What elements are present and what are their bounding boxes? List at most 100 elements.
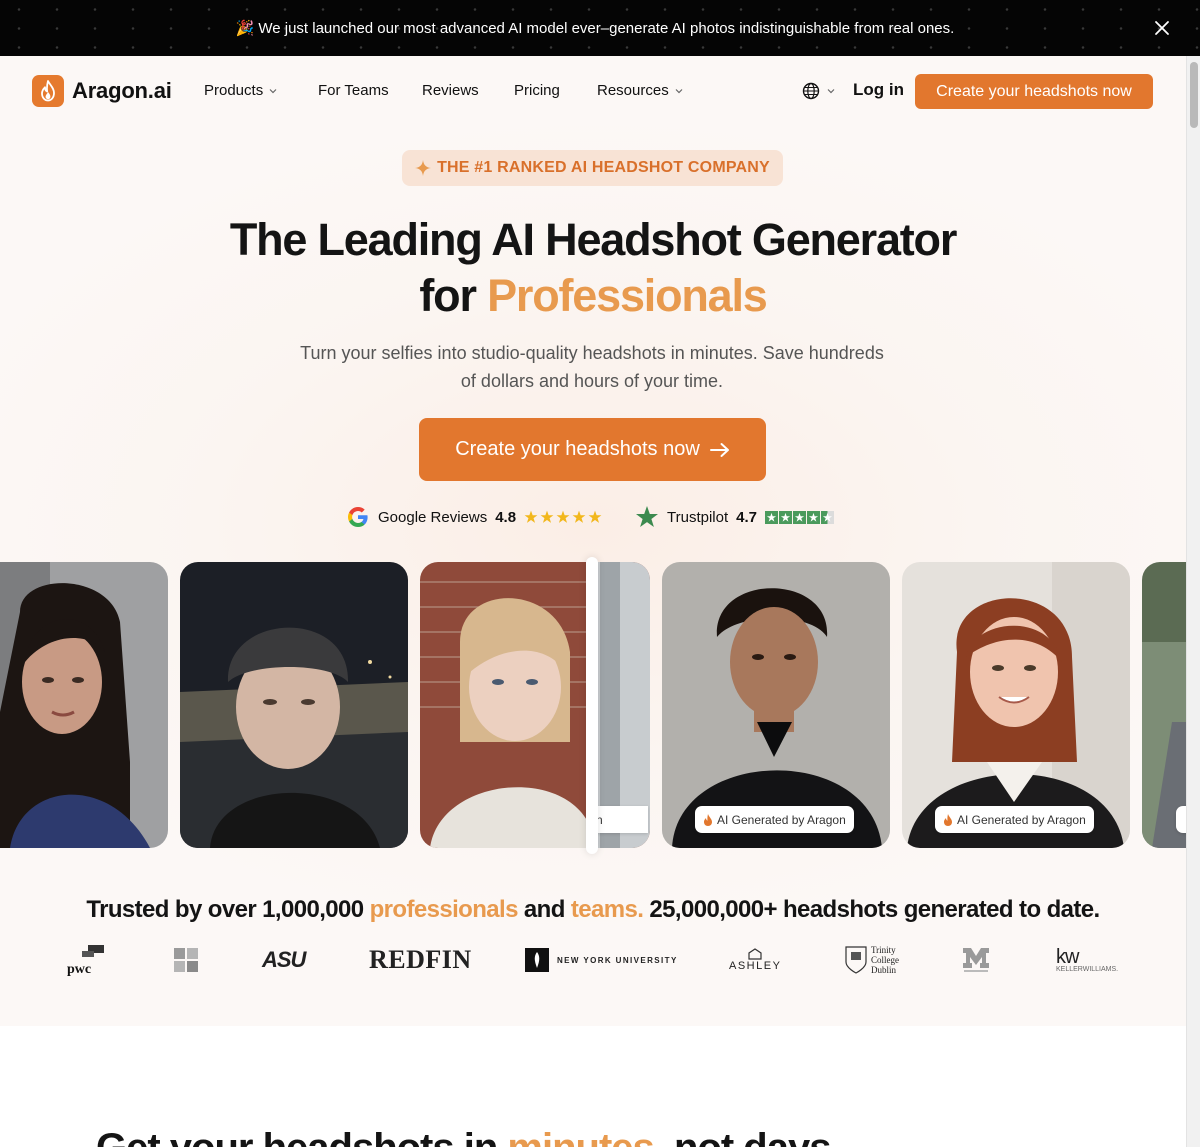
- client-logos: pwc ASU REDFIN NEW YORK UNIVERSITY ASHLE…: [0, 940, 1186, 980]
- section-heading-accent: minutes: [507, 1126, 654, 1147]
- nav-reviews[interactable]: Reviews: [422, 82, 479, 99]
- hero-section: [0, 56, 1186, 1026]
- pwc-logo: pwc: [66, 940, 108, 980]
- announcement-text: We just launched our most advanced AI mo…: [258, 19, 955, 37]
- trustpilot-star-box: [793, 510, 806, 524]
- brand-name: Aragon.ai: [72, 78, 172, 103]
- trustpilot-star-rating: [765, 510, 834, 524]
- nav-pricing[interactable]: Pricing: [514, 82, 560, 99]
- star-icon: [556, 510, 570, 523]
- university-of-michigan-logo: [962, 940, 990, 980]
- trustpilot-star-box: [779, 510, 792, 524]
- globe-icon: [802, 82, 820, 100]
- star-icon: [540, 510, 554, 523]
- redfin-logo: REDFIN: [369, 945, 472, 974]
- flame-logo-icon: [32, 75, 64, 107]
- section-heading-suffix: , not days: [654, 1126, 832, 1147]
- star-icon: [524, 510, 538, 523]
- hero-create-headshots-button[interactable]: Create your headshots now: [419, 418, 766, 481]
- google-reviews-label: Google Reviews: [378, 508, 488, 526]
- asu-logo: ASU: [262, 947, 306, 972]
- ai-generated-tag-text: AI Generated by Aragon: [957, 812, 1086, 827]
- flame-icon: [704, 813, 712, 826]
- nav-resources-label: Resources: [597, 82, 669, 99]
- ashley-logo-text: ASHLEY: [729, 960, 782, 972]
- ranking-badge-text: THE #1 RANKED AI HEADSHOT COMPANY: [437, 159, 770, 176]
- trustpilot-star-box: [821, 510, 834, 524]
- hero-title-line1: The Leading AI Headshot Generator: [229, 214, 958, 265]
- hero-subtitle: Turn your selfies into studio-quality he…: [300, 343, 884, 391]
- trusted-accent-professionals: professionals: [369, 896, 519, 923]
- ai-generated-tag-text: AI Generated by Aragon: [717, 812, 846, 827]
- trusted-suffix: 25,000,000+ headshots generated to date.: [643, 896, 1100, 923]
- trusted-prefix: Trusted by over 1,000,000: [86, 896, 370, 923]
- nyu-logo-text: NEW YORK UNIVERSITY: [557, 955, 678, 965]
- ai-generated-tag: AI Generated by Aragon: [695, 806, 854, 833]
- trusted-accent-teams: teams.: [570, 896, 644, 923]
- ashley-logo: ASHLEY: [729, 940, 781, 980]
- trustpilot-star-box: [807, 510, 820, 524]
- ai-generated-tag: AI Generated by Aragon: [935, 806, 1094, 833]
- page-scrollbar[interactable]: [1186, 56, 1200, 1147]
- selfie-to-headshot-comparison: n: [420, 562, 650, 848]
- trinity-text-3: Dublin: [871, 965, 897, 975]
- pwc-logo-text: pwc: [67, 962, 91, 977]
- trinity-text-2: College: [871, 955, 899, 965]
- google-star-rating: [524, 510, 602, 524]
- nyu-logo: NEW YORK UNIVERSITY: [525, 940, 678, 980]
- trustpilot-label: Trustpilot: [667, 508, 729, 526]
- comparison-slider-handle[interactable]: [586, 557, 598, 854]
- trustpilot-score: 4.7: [736, 508, 757, 526]
- trinity-text-1: Trinity: [871, 945, 896, 955]
- trinity-college-text: Trinity College Dublin: [871, 945, 899, 975]
- language-selector[interactable]: [802, 82, 836, 100]
- trusted-by-text: Trusted by over 1,000,000 professionals …: [0, 896, 1186, 924]
- sparkle-icon: [415, 160, 432, 176]
- kw-logo-subtext: KELLERWILLIAMS.: [1056, 965, 1119, 973]
- announcement-bar: 🎉 We just launched our most advanced AI …: [0, 0, 1200, 56]
- nav-for-teams[interactable]: For Teams: [318, 82, 389, 99]
- nav-reviews-label: Reviews: [422, 82, 479, 99]
- brand-logo[interactable]: Aragon.ai: [32, 75, 172, 107]
- announcement-message: 🎉 We just launched our most advanced AI …: [235, 19, 955, 38]
- chevron-down-icon: [827, 89, 835, 94]
- chevron-down-icon: [269, 88, 277, 93]
- google-reviews-score: 4.8: [495, 508, 517, 526]
- ai-headshot-photo-2: AI Generated by Aragon: [902, 562, 1130, 848]
- flame-icon: [944, 813, 952, 826]
- nav-products[interactable]: Products: [204, 82, 278, 99]
- section-heading: Get your headshots in minutes, not days: [96, 1126, 832, 1147]
- nav-resources[interactable]: Resources: [597, 82, 684, 99]
- trustpilot-rating[interactable]: Trustpilot 4.7: [635, 505, 834, 529]
- selfie-photo-2: [180, 562, 408, 848]
- trustpilot-star-box: [765, 510, 778, 524]
- trustpilot-star-icon: [636, 506, 658, 527]
- nav-products-label: Products: [204, 82, 264, 99]
- arrow-right-icon: [709, 442, 729, 457]
- star-icon: [572, 510, 586, 523]
- trusted-middle: and: [517, 896, 571, 923]
- nav-pricing-label: Pricing: [514, 82, 560, 99]
- hero-cta-label: Create your headshots now: [455, 438, 700, 460]
- party-icon: 🎉: [235, 20, 255, 37]
- google-logo-icon: [348, 507, 368, 527]
- star-icon: [588, 510, 602, 523]
- hero-title-prefix: for: [419, 270, 488, 321]
- keller-williams-logo: kw KELLERWILLIAMS.: [1056, 940, 1118, 980]
- google-reviews-rating[interactable]: Google Reviews 4.8: [346, 505, 602, 529]
- nav-create-headshots-button[interactable]: Create your headshots now: [915, 74, 1153, 109]
- ai-headshot-photo-1: AI Generated by Aragon: [662, 562, 890, 848]
- login-link[interactable]: Log in: [853, 80, 904, 100]
- chevron-down-icon: [675, 88, 683, 93]
- selfie-photo-1: [0, 562, 168, 848]
- hero-title-line2: for Professionals: [0, 270, 1186, 322]
- microsoft-logo: [174, 940, 198, 980]
- kw-logo-text: kw: [1056, 945, 1079, 968]
- nav-for-teams-label: For Teams: [318, 82, 389, 99]
- hero-title-accent: Professionals: [487, 270, 768, 321]
- ranking-badge: THE #1 RANKED AI HEADSHOT COMPANY: [402, 150, 783, 186]
- trinity-college-logo: Trinity College Dublin: [845, 940, 899, 980]
- close-icon[interactable]: [1152, 18, 1172, 38]
- section-heading-prefix: Get your headshots in: [96, 1126, 507, 1147]
- scrollbar-thumb[interactable]: [1190, 62, 1198, 128]
